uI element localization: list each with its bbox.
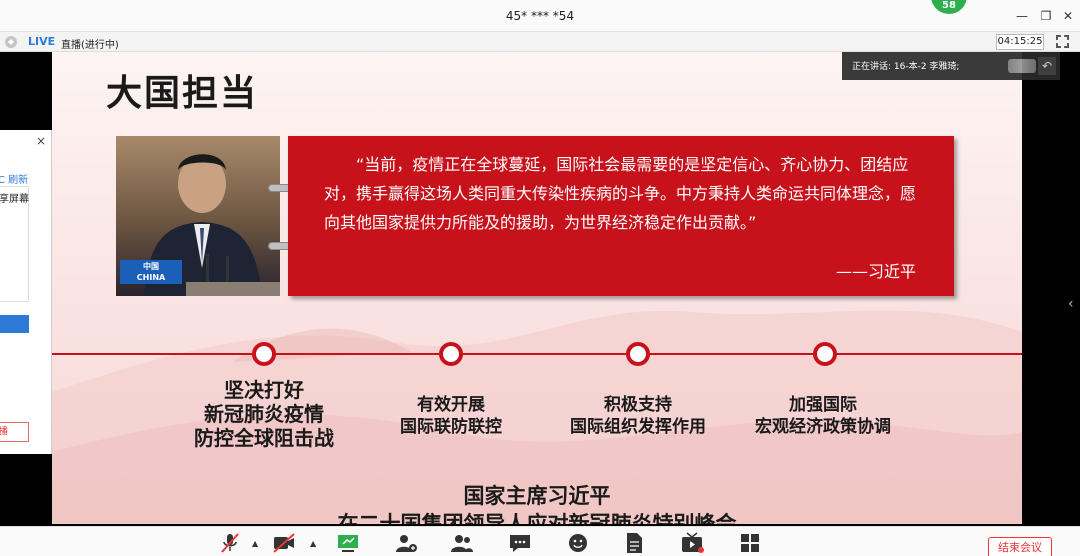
chat-icon[interactable]	[508, 532, 532, 554]
share-screen-label: 享屏幕	[0, 194, 29, 205]
minimize-button[interactable]: —	[1013, 8, 1031, 24]
point-text: 加强国际 宏观经济政策协调	[755, 395, 891, 437]
audio-wave-icon	[1008, 59, 1036, 73]
end-meeting-button[interactable]: 结束会议	[988, 537, 1052, 556]
reaction-icon[interactable]	[566, 532, 590, 554]
restore-button[interactable]: ❐	[1037, 8, 1055, 24]
chevron-left-icon[interactable]: ‹	[1068, 296, 1074, 312]
quote-author: ——习近平	[835, 262, 916, 281]
speaking-text: 正在讲话: 16-本-2 李雅琦;	[852, 62, 960, 72]
bottom-subheading: 在二十国集团领导人应对新冠肺炎特别峰会	[337, 511, 737, 524]
shield-icon: ◆	[5, 36, 17, 48]
share-screen-icon[interactable]	[336, 532, 360, 554]
window-title: 45* *** *54	[505, 9, 575, 23]
stop-live-button[interactable]: 播	[0, 422, 29, 442]
live-status-bar: ◆ LIVE 直播(进行中) 04:15:25	[0, 32, 1080, 52]
point-text: 有效开展 国际联防联控	[400, 395, 502, 437]
meeting-toolbar: ▲ ▲ 结束会议	[0, 526, 1080, 556]
live-label: LIVE	[28, 35, 56, 48]
apps-grid-icon[interactable]	[738, 532, 762, 554]
quote-box: “当前，疫情正在全球蔓延，国际社会最需要的是坚定信心、齐心协力、团结应对，携手赢…	[288, 136, 954, 296]
timeline-node	[439, 342, 463, 366]
meeting-timer: 04:15:25	[996, 34, 1044, 50]
close-icon[interactable]: ×	[36, 134, 46, 148]
name-sign: 中国 CHINA	[120, 260, 182, 284]
title-bar: 45* *** *54 58 — ❐ ✕	[0, 0, 1080, 32]
point-text: 积极支持 国际组织发挥作用	[570, 395, 706, 437]
bottom-heading: 国家主席习近平	[463, 483, 611, 508]
slide-title: 大国担当	[106, 72, 259, 114]
primary-action-button[interactable]	[0, 315, 29, 333]
return-icon[interactable]: ↶	[1038, 57, 1056, 75]
quote-text: “当前，疫情正在全球蔓延，国际社会最需要的是坚定信心、齐心协力、团结应对，携手赢…	[324, 155, 917, 232]
document-icon[interactable]	[622, 532, 646, 554]
timeline-node	[252, 342, 276, 366]
speaking-indicator: 正在讲话: 16-本-2 李雅琦; ↶	[842, 52, 1060, 80]
live-stream-icon[interactable]	[680, 532, 704, 554]
camera-options-caret[interactable]: ▲	[310, 539, 316, 548]
live-status: 直播(进行中)	[61, 40, 119, 51]
mic-options-caret[interactable]: ▲	[252, 539, 258, 548]
side-panel: × C 刷新 享屏幕 播	[0, 130, 52, 454]
shared-slide: 大国担当 中国 CHINA “当前，疫情正在全球蔓延，国际社会最需要的是坚定信心…	[52, 52, 1022, 524]
refresh-button[interactable]: C 刷新	[0, 171, 28, 186]
timeline-line	[52, 353, 1022, 355]
timeline-node	[626, 342, 650, 366]
invite-icon[interactable]	[394, 532, 418, 554]
speaker-photo: 中国 CHINA	[116, 136, 280, 296]
fullscreen-icon[interactable]	[1056, 35, 1069, 48]
camera-off-icon[interactable]	[272, 532, 296, 554]
close-window-button[interactable]: ✕	[1059, 8, 1077, 24]
point-text: 坚决打好 新冠肺炎疫情 防控全球阻击战	[194, 378, 334, 450]
microphone-muted-icon[interactable]	[218, 532, 242, 554]
participants-icon[interactable]	[450, 532, 474, 554]
timeline-node	[813, 342, 837, 366]
